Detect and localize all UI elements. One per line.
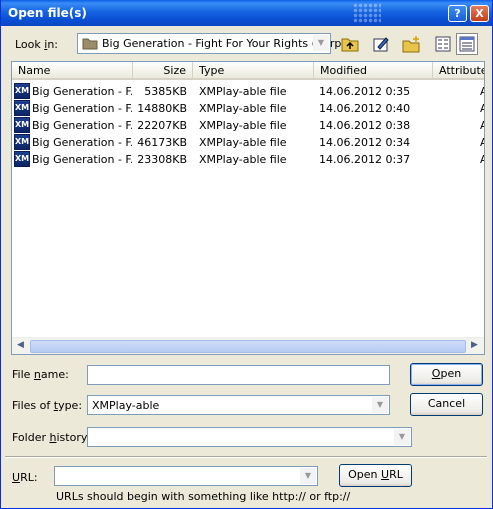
file-attribute: A xyxy=(480,119,484,132)
list-view-icon xyxy=(435,36,451,52)
xm-file-icon: XM xyxy=(14,83,30,99)
up-folder-button[interactable] xyxy=(339,33,361,55)
lookin-label: Look in: xyxy=(15,38,59,51)
file-list[interactable]: Name Size Type Modified Attribute XM Big… xyxy=(11,61,485,355)
new-folder-button[interactable] xyxy=(401,33,423,55)
scrollbar-thumb[interactable] xyxy=(30,340,466,353)
lookin-combo[interactable]: Big Generation - Fight For Your Rights (… xyxy=(77,33,341,54)
history-label: Folder history: xyxy=(12,431,91,444)
open-button[interactable]: Open xyxy=(410,363,483,386)
table-row[interactable]: XM Big Generation - F... 5385KB XMPlay-a… xyxy=(12,83,484,100)
xm-file-icon: XM xyxy=(14,100,30,116)
xm-file-icon: XM xyxy=(14,117,30,133)
open-file-dialog: Open file(s) ? X Look in: Big Generation… xyxy=(0,0,493,509)
title-bar: Open file(s) ? X xyxy=(1,0,492,26)
history-combo[interactable]: ▼ xyxy=(87,427,412,447)
file-name: Big Generation - F... xyxy=(32,136,132,149)
file-type: XMPlay-able file xyxy=(199,85,287,98)
column-attribute[interactable]: Attribute xyxy=(433,62,484,80)
new-folder-icon xyxy=(402,36,420,53)
filename-field[interactable] xyxy=(87,365,390,385)
file-modified: 14.06.2012 0:35 xyxy=(319,85,411,98)
file-name: Big Generation - F... xyxy=(32,102,132,115)
folder-icon xyxy=(82,37,98,50)
file-size: 46173KB xyxy=(137,136,187,149)
file-type: XMPlay-able file xyxy=(199,119,287,132)
table-row[interactable]: XM Big Generation - F... 14880KB XMPlay-… xyxy=(12,100,484,117)
edit-icon xyxy=(373,37,389,52)
table-row[interactable]: XM Big Generation - F... 46173KB XMPlay-… xyxy=(12,134,484,151)
file-type: XMPlay-able file xyxy=(199,153,287,166)
filetype-value: XMPlay-able xyxy=(92,399,160,412)
column-modified[interactable]: Modified xyxy=(314,62,433,80)
column-name[interactable]: Name xyxy=(12,62,133,80)
open-url-button[interactable]: Open URL xyxy=(339,464,412,487)
table-row[interactable]: XM Big Generation - F... 22207KB XMPlay-… xyxy=(12,117,484,134)
file-attribute: A xyxy=(480,85,484,98)
xm-file-icon: XM xyxy=(14,151,30,167)
file-type: XMPlay-able file xyxy=(199,102,287,115)
file-name: Big Generation - F... xyxy=(32,85,132,98)
dialog-title: Open file(s) xyxy=(8,6,87,20)
table-row[interactable]: XM Big Generation - F... 23308KB XMPlay-… xyxy=(12,151,484,168)
file-modified: 14.06.2012 0:38 xyxy=(319,119,411,132)
filename-label: File name: xyxy=(12,368,69,381)
filetype-combo[interactable]: XMPlay-able ▼ xyxy=(87,395,390,415)
details-view-icon xyxy=(459,36,475,52)
file-attribute: A xyxy=(480,136,484,149)
url-label: URL: xyxy=(12,471,38,484)
file-modified: 14.06.2012 0:37 xyxy=(319,153,411,166)
filetype-label: Files of type: xyxy=(12,399,83,412)
edit-button[interactable] xyxy=(370,33,392,55)
file-modified: 14.06.2012 0:34 xyxy=(319,136,411,149)
close-icon: X xyxy=(475,7,484,20)
file-size: 5385KB xyxy=(144,85,187,98)
close-button[interactable]: X xyxy=(470,5,489,22)
separator xyxy=(5,456,487,458)
chevron-down-icon[interactable]: ▼ xyxy=(394,429,410,445)
file-attribute: A xyxy=(480,102,484,115)
horizontal-scrollbar[interactable]: ◀ ▶ xyxy=(12,337,484,354)
title-decoration xyxy=(353,3,381,23)
chevron-down-icon[interactable]: ▼ xyxy=(300,468,316,484)
file-attribute: A xyxy=(480,153,484,166)
column-size[interactable]: Size xyxy=(133,62,193,80)
folder-up-icon xyxy=(341,38,359,52)
url-combo[interactable]: ▼ xyxy=(54,466,318,486)
help-button[interactable]: ? xyxy=(448,5,467,22)
list-view-button[interactable] xyxy=(432,33,454,55)
xm-file-icon: XM xyxy=(14,134,30,150)
file-size: 22207KB xyxy=(137,119,187,132)
cancel-button[interactable]: Cancel xyxy=(410,393,483,416)
chevron-down-icon[interactable]: ▼ xyxy=(372,397,388,413)
file-name: Big Generation - F... xyxy=(32,119,132,132)
lookin-value: Big Generation - Fight For Your Rights (… xyxy=(102,37,342,50)
file-name: Big Generation - F... xyxy=(32,153,132,166)
file-size: 14880KB xyxy=(137,102,187,115)
column-type[interactable]: Type xyxy=(193,62,314,80)
url-hint: URLs should begin with something like ht… xyxy=(56,490,351,503)
file-modified: 14.06.2012 0:40 xyxy=(319,102,411,115)
file-size: 23308KB xyxy=(137,153,187,166)
scroll-right-icon[interactable]: ▶ xyxy=(471,340,478,350)
file-type: XMPlay-able file xyxy=(199,136,287,149)
details-view-button[interactable] xyxy=(456,33,478,55)
chevron-down-icon[interactable]: ▼ xyxy=(313,35,329,51)
help-icon: ? xyxy=(454,7,461,20)
scroll-left-icon[interactable]: ◀ xyxy=(17,340,24,350)
